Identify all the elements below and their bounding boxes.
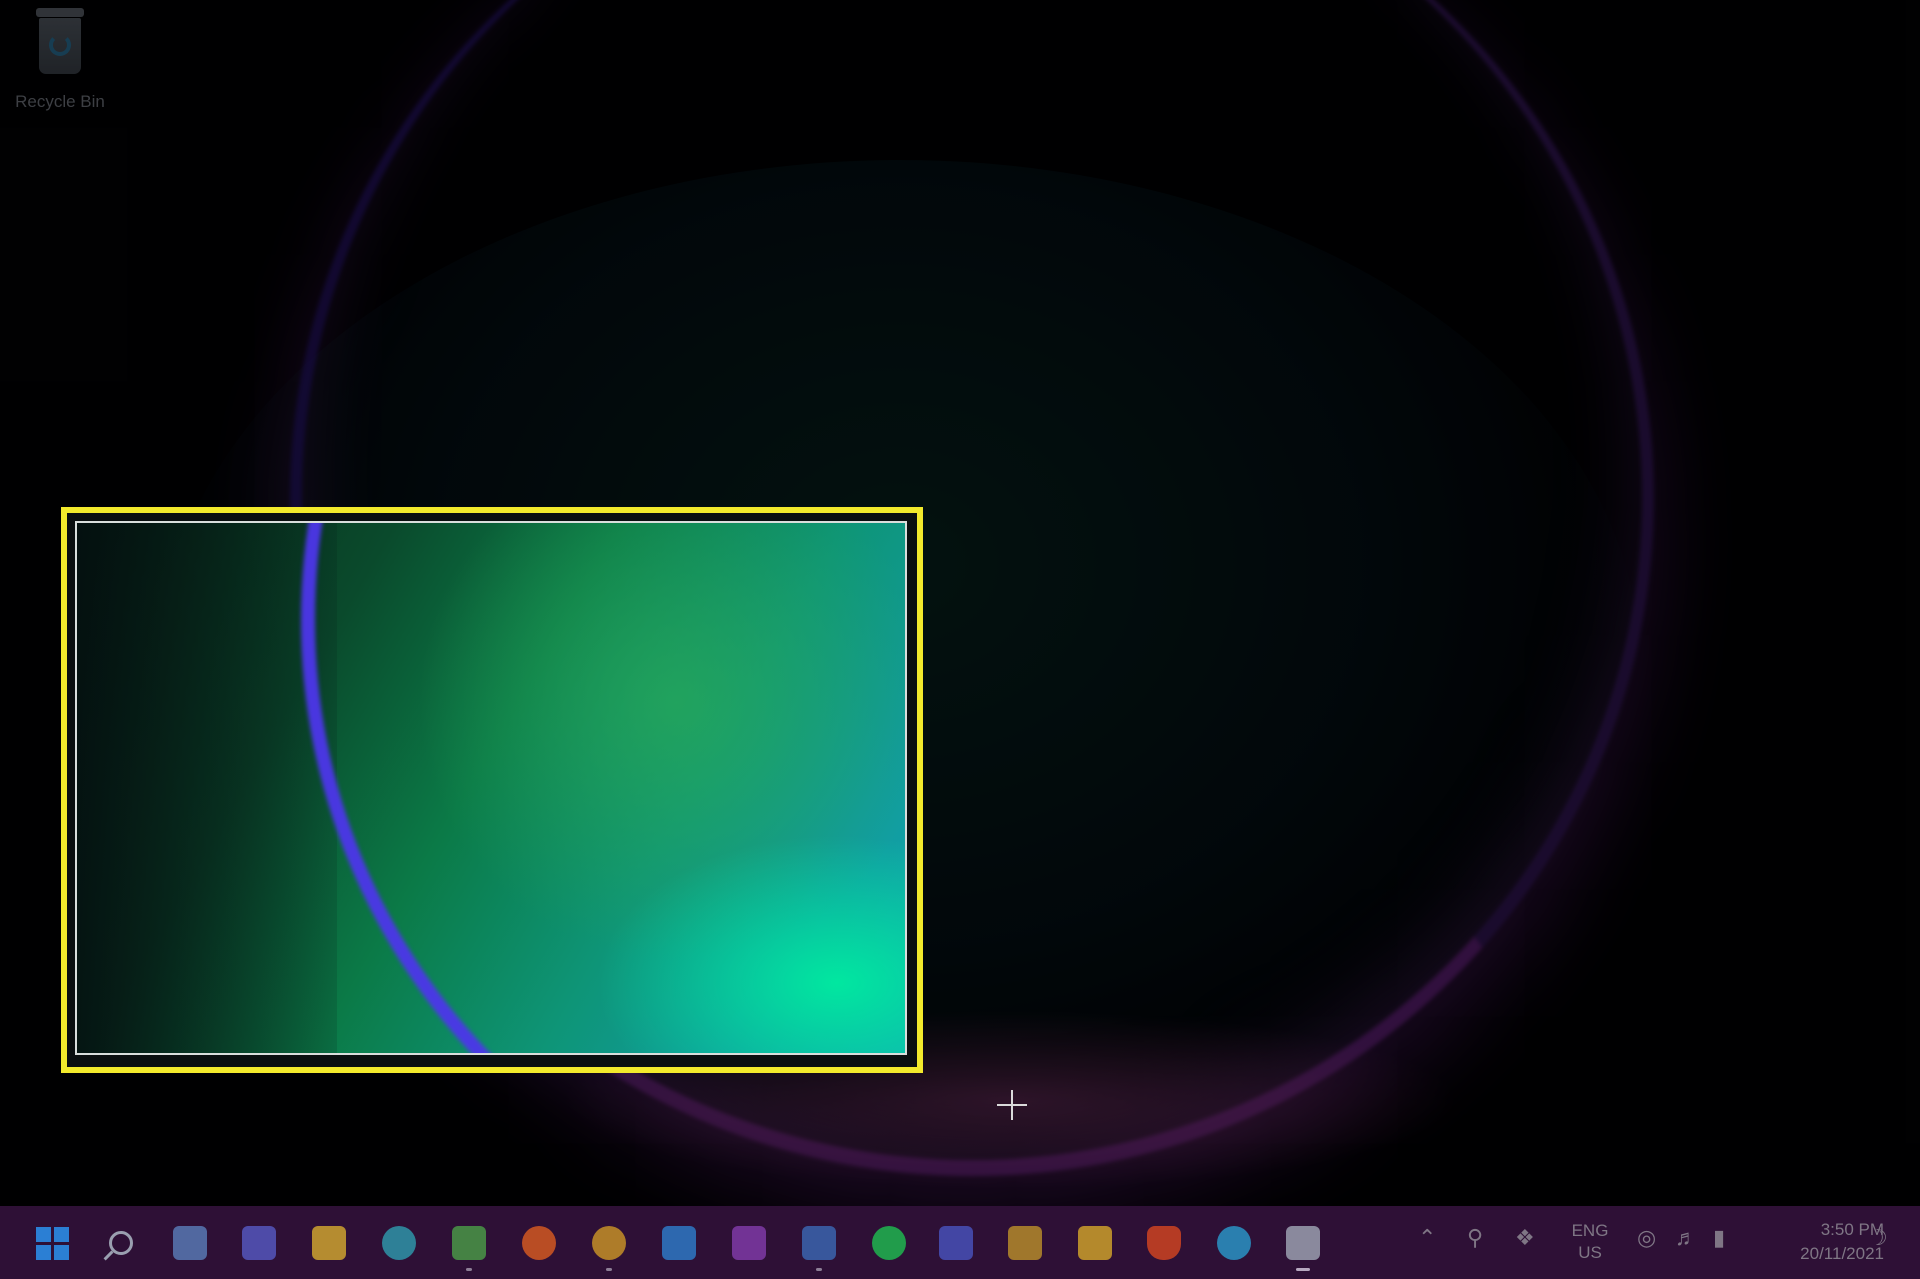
task-view-button[interactable]: [168, 1221, 212, 1265]
app-button[interactable]: [447, 1221, 491, 1271]
microsoft-store-button[interactable]: [1003, 1221, 1047, 1265]
chrome-button[interactable]: [587, 1221, 631, 1271]
language-label: ENG: [1571, 1221, 1609, 1240]
snip-selected-region: [75, 521, 907, 1055]
dropbox-icon[interactable]: ❖: [1515, 1225, 1535, 1251]
app-button[interactable]: [1073, 1221, 1117, 1265]
spotify-button[interactable]: [867, 1221, 911, 1265]
app-icon: [1078, 1226, 1112, 1260]
snipping-tool-icon: [1286, 1226, 1320, 1260]
app-icon: [452, 1226, 486, 1260]
crosshair-icon: [997, 1090, 1027, 1120]
active-indicator: [1296, 1268, 1310, 1271]
microsoft-store-icon: [1008, 1226, 1042, 1260]
snipping-tool-button[interactable]: [1281, 1221, 1325, 1271]
file-explorer-icon: [312, 1226, 346, 1260]
edge-icon: [382, 1226, 416, 1260]
todo-icon: [662, 1226, 696, 1260]
firefox-icon: [522, 1226, 556, 1260]
app-icon: [939, 1226, 973, 1260]
moon-icon[interactable]: ☽: [1868, 1225, 1888, 1251]
chrome-icon: [592, 1226, 626, 1260]
language-indicator[interactable]: ENG US: [1562, 1220, 1618, 1264]
running-indicator: [606, 1268, 612, 1271]
running-indicator: [816, 1268, 822, 1271]
brave-icon: [1147, 1226, 1181, 1260]
brave-button[interactable]: [1142, 1221, 1186, 1265]
onenote-button[interactable]: [727, 1221, 771, 1265]
todo-button[interactable]: [657, 1221, 701, 1265]
chevron-up-icon[interactable]: ⌃: [1418, 1225, 1436, 1251]
search-icon: [109, 1231, 133, 1255]
region-label: US: [1578, 1243, 1602, 1262]
chat-button[interactable]: [237, 1221, 281, 1265]
telegram-button[interactable]: [1212, 1221, 1256, 1265]
edge-button[interactable]: [377, 1221, 421, 1265]
taskbar: [0, 1206, 1920, 1279]
app-button[interactable]: [934, 1221, 978, 1265]
snip-selection-frame[interactable]: [61, 507, 923, 1073]
word-button[interactable]: [797, 1221, 841, 1271]
file-explorer-button[interactable]: [307, 1221, 351, 1265]
clock-date: 20/11/2021: [1800, 1244, 1884, 1263]
clock-time: 3:50 PM: [1820, 1220, 1884, 1239]
search-button[interactable]: [99, 1221, 143, 1265]
word-icon: [802, 1226, 836, 1260]
chat-icon: [242, 1226, 276, 1260]
wifi-icon[interactable]: ◎: [1637, 1225, 1656, 1251]
clock[interactable]: 3:50 PM 20/11/2021: [1744, 1218, 1884, 1266]
task-view-icon: [173, 1226, 207, 1260]
spotify-icon: [872, 1226, 906, 1260]
usb-icon[interactable]: ⚲: [1467, 1225, 1483, 1251]
start-icon: [35, 1226, 69, 1260]
running-indicator: [466, 1268, 472, 1271]
firefox-button[interactable]: [517, 1221, 561, 1265]
battery-icon[interactable]: ▮: [1713, 1225, 1725, 1251]
telegram-icon: [1217, 1226, 1251, 1260]
onenote-icon: [732, 1226, 766, 1260]
start-button[interactable]: [30, 1221, 74, 1265]
volume-icon[interactable]: ♬: [1675, 1225, 1697, 1251]
